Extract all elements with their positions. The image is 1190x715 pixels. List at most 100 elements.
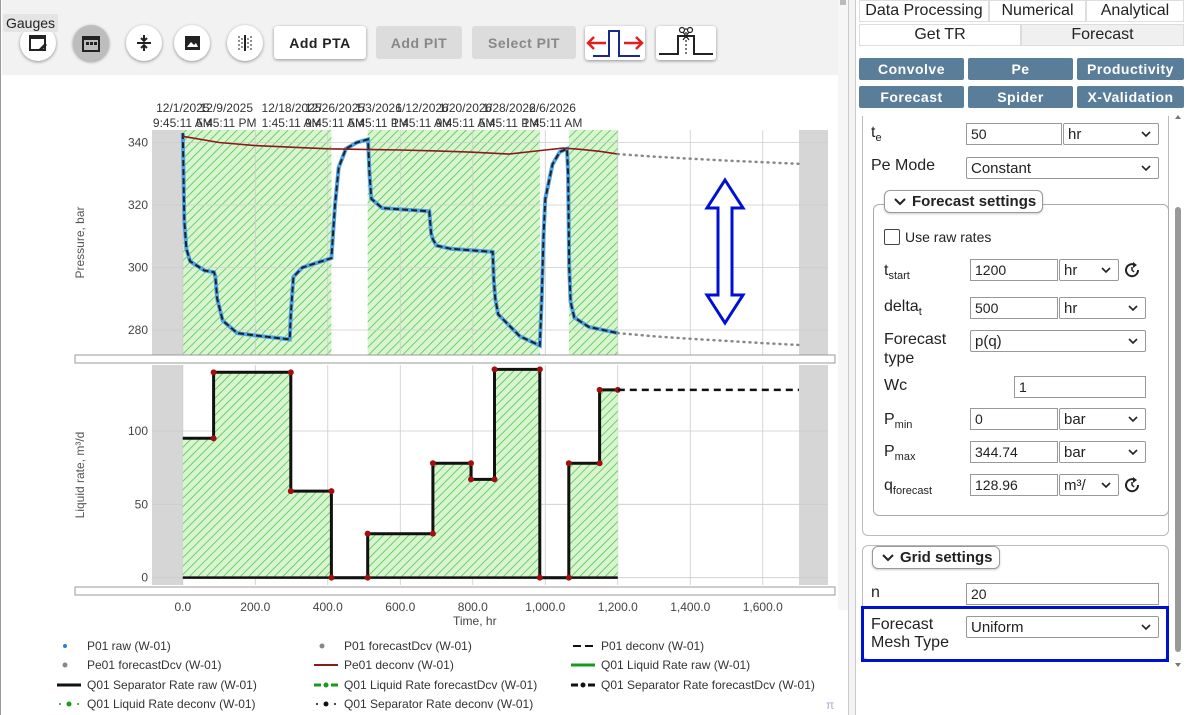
legend-item[interactable]: P01 deconv (W-01) bbox=[571, 637, 704, 655]
pressure-out-of-range-band bbox=[799, 130, 828, 355]
split-vertical-button[interactable] bbox=[227, 25, 263, 61]
settings-scrollbar[interactable] bbox=[1173, 112, 1183, 672]
rate-step-point bbox=[467, 476, 474, 483]
select-pit-button[interactable]: Select PIT bbox=[472, 26, 576, 59]
pressure-axis-title: Pressure, bar bbox=[73, 206, 87, 278]
legend-label: Q01 Separator Rate deconv (W-01) bbox=[344, 697, 534, 711]
legend-item[interactable]: P01 raw (W-01) bbox=[57, 637, 171, 655]
refresh-icon[interactable] bbox=[1123, 261, 1141, 279]
rate-step-point bbox=[287, 369, 294, 376]
rate-step-point bbox=[565, 574, 572, 581]
legend-label: Q01 Liquid Rate deconv (W-01) bbox=[87, 697, 256, 711]
legend-label: Q01 Separator Rate forecastDcv (W-01) bbox=[601, 678, 815, 692]
qforecast-input[interactable]: 128.96 bbox=[970, 474, 1058, 496]
pmax-unit-select[interactable]: bar bbox=[1059, 441, 1146, 463]
spider-button[interactable]: Spider bbox=[968, 86, 1073, 108]
legend-item[interactable]: Q01 Separator Rate raw (W-01) bbox=[57, 676, 257, 694]
legend-symbol bbox=[571, 663, 595, 667]
x-validation-button[interactable]: X-Validation bbox=[1077, 86, 1184, 108]
pressure-tick-label: 340 bbox=[128, 136, 148, 150]
legend-symbol bbox=[63, 644, 67, 648]
legend-item[interactable]: Q01 Liquid Rate deconv (W-01) bbox=[57, 695, 256, 713]
rate-step-point bbox=[596, 460, 603, 467]
legend-label: P01 deconv (W-01) bbox=[601, 639, 705, 653]
rate-step-point bbox=[287, 488, 294, 495]
tab-analytical[interactable]: Analytical bbox=[1086, 0, 1184, 22]
tab-data-processing[interactable]: Data Processing bbox=[859, 0, 989, 22]
tab-forecast[interactable]: Forecast bbox=[1021, 24, 1184, 46]
rate-step-point bbox=[328, 574, 335, 581]
te-unit-select[interactable]: hr bbox=[1063, 123, 1159, 145]
scroll-up-icon[interactable] bbox=[1173, 112, 1183, 122]
te-input[interactable]: 50 bbox=[966, 123, 1062, 145]
legend-symbol bbox=[59, 701, 79, 707]
legend-label: P01 forecastDcv (W-01) bbox=[344, 639, 472, 653]
qforecast-unit-select[interactable]: m³/ bbox=[1059, 474, 1119, 496]
legend-symbol bbox=[57, 683, 81, 687]
rate-step-point bbox=[491, 476, 498, 483]
legend-label: Q01 Liquid Rate raw (W-01) bbox=[601, 658, 751, 672]
cut-step-button[interactable] bbox=[656, 26, 716, 60]
legend-item[interactable]: Pe01 forecastDcv (W-01) bbox=[57, 656, 222, 674]
date-tick-label: 12/9/2025 bbox=[200, 101, 254, 115]
pmax-input[interactable]: 344.74 bbox=[970, 441, 1058, 463]
pe-mode-select[interactable]: Constant bbox=[966, 157, 1159, 179]
forecast-settings-toggle[interactable]: Forecast settings bbox=[884, 190, 1044, 213]
delta-unit-select[interactable]: hr bbox=[1059, 297, 1146, 319]
rate-step-point bbox=[491, 366, 498, 373]
refresh-icon[interactable] bbox=[1123, 476, 1141, 494]
pmin-label: Pmin bbox=[884, 411, 913, 432]
time-tick-label: 5:45:11 PM bbox=[196, 116, 256, 130]
n-input[interactable]: 20 bbox=[966, 583, 1159, 605]
legend-symbol bbox=[319, 643, 325, 649]
convolve-button[interactable]: Convolve bbox=[859, 58, 964, 80]
legend-label: Q01 Liquid Rate forecastDcv (W-01) bbox=[344, 678, 538, 692]
tab-get-tr[interactable]: Get TR bbox=[859, 24, 1021, 46]
rate-step-point bbox=[596, 386, 603, 393]
pmin-input[interactable]: 0 bbox=[970, 408, 1058, 430]
productivity-button[interactable]: Productivity bbox=[1077, 58, 1184, 80]
calendar-button[interactable] bbox=[73, 25, 109, 61]
flow-period-band bbox=[568, 130, 618, 355]
step-arrows-button[interactable] bbox=[585, 26, 645, 60]
rate-step-point bbox=[364, 574, 371, 581]
time-axis-tick-label: 800.0 bbox=[458, 600, 488, 614]
time-axis-tick-label: 400.0 bbox=[313, 600, 343, 614]
compress-vertical-button[interactable] bbox=[126, 25, 162, 61]
forecast-button[interactable]: Forecast bbox=[859, 86, 964, 108]
pe-button[interactable]: Pe bbox=[968, 58, 1073, 80]
pane-splitter[interactable] bbox=[848, 0, 856, 715]
time-axis-tick-label: 200.0 bbox=[240, 600, 270, 614]
rate-step-point bbox=[210, 369, 217, 376]
scroll-down-icon[interactable] bbox=[1173, 660, 1183, 670]
add-pit-button[interactable]: Add PIT bbox=[376, 26, 462, 59]
legend-item[interactable]: Q01 Liquid Rate raw (W-01) bbox=[571, 656, 750, 674]
tstart-input[interactable]: 1200 bbox=[970, 259, 1058, 281]
legend-symbol bbox=[314, 664, 338, 666]
legend-item[interactable]: Pe01 deconv (W-01) bbox=[314, 656, 454, 674]
tab-numerical[interactable]: Numerical bbox=[989, 0, 1086, 22]
mesh-type-highlight bbox=[861, 606, 1169, 662]
step-arrows-icon bbox=[586, 30, 644, 57]
chevron-down-icon bbox=[1141, 165, 1151, 172]
chart-scrollbar[interactable] bbox=[838, 0, 848, 610]
legend-item[interactable]: Q01 Separator Rate deconv (W-01) bbox=[314, 695, 533, 713]
image-button[interactable] bbox=[174, 25, 210, 61]
rate-step-point bbox=[565, 460, 572, 467]
forecast-type-select[interactable]: p(q) bbox=[970, 330, 1146, 352]
grid-settings-toggle[interactable]: Grid settings bbox=[872, 546, 1000, 569]
legend-item[interactable]: Q01 Separator Rate forecastDcv (W-01) bbox=[571, 676, 815, 694]
wc-input[interactable]: 1 bbox=[1014, 376, 1146, 398]
delta-input[interactable]: 500 bbox=[970, 297, 1058, 319]
add-pta-button[interactable]: Add PTA bbox=[274, 26, 366, 59]
use-raw-rates-checkbox[interactable] bbox=[884, 229, 900, 245]
rate-step-point bbox=[467, 460, 474, 467]
rate-tick-label: 0 bbox=[141, 571, 148, 585]
rate-out-of-range-band bbox=[152, 365, 183, 585]
tstart-unit-select[interactable]: hr bbox=[1059, 259, 1119, 281]
legend-item[interactable]: P01 forecastDcv (W-01) bbox=[314, 637, 472, 655]
chevron-down-icon bbox=[1101, 267, 1111, 274]
legend-label: Pe01 deconv (W-01) bbox=[344, 658, 454, 672]
legend-item[interactable]: Q01 Liquid Rate forecastDcv (W-01) bbox=[314, 676, 537, 694]
pmin-unit-select[interactable]: bar bbox=[1059, 408, 1146, 430]
